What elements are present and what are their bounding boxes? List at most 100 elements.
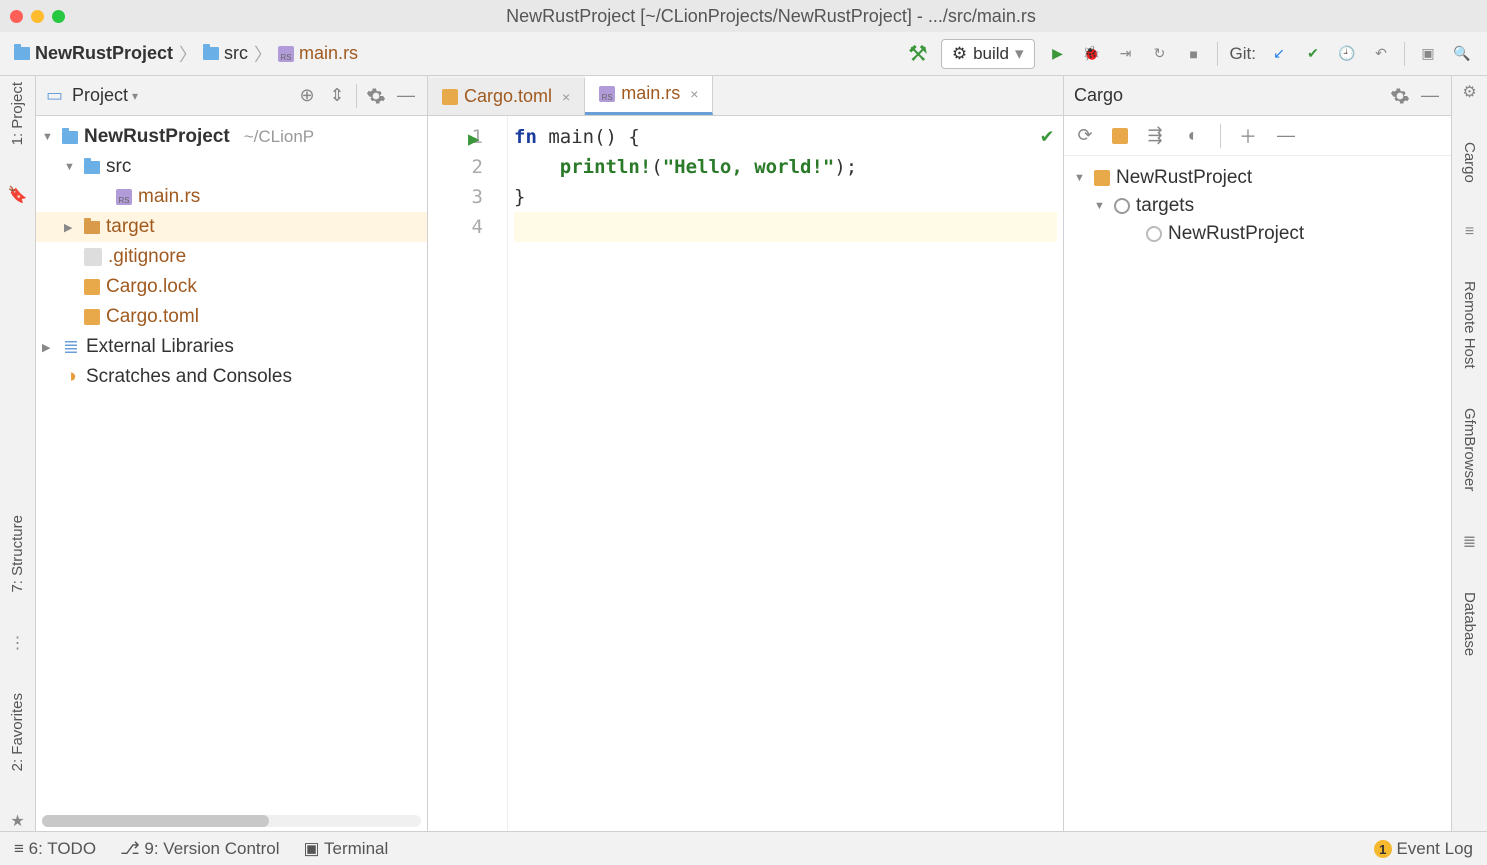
targets-icon — [1114, 198, 1130, 214]
breadcrumb-project-label: NewRustProject — [35, 43, 173, 64]
debug-button[interactable]: 🐞 — [1081, 43, 1103, 65]
add-button[interactable]: ＋ — [1237, 125, 1259, 147]
run-anything-button[interactable]: ▣ — [1417, 43, 1439, 65]
locate-button[interactable]: ⊕ — [296, 85, 318, 107]
rail-favorites-tab[interactable]: 2: Favorites — [9, 693, 26, 771]
cargo-target-label: NewRustProject — [1168, 223, 1304, 245]
tree-mainrs[interactable]: RS main.rs — [36, 182, 427, 212]
code-editor[interactable]: ▶ 1 2 3 4 ✔ fn main() { println!("Hello,… — [428, 116, 1063, 831]
cargo-icon[interactable] — [1112, 128, 1128, 144]
search-everywhere-button[interactable]: 🔍 — [1451, 43, 1473, 65]
code-line-2: println!("Hello, world!"); — [514, 152, 1057, 182]
expander-icon[interactable]: ▶ — [42, 341, 56, 354]
expand-all-button[interactable]: ⇕ — [326, 85, 348, 107]
close-tab-button[interactable]: × — [690, 86, 698, 102]
stop-button[interactable]: ■ — [1183, 43, 1205, 65]
tab-cargotoml[interactable]: Cargo.toml × — [428, 78, 585, 115]
rail-project-tab[interactable]: 1: Project — [9, 82, 26, 145]
maximize-window-button[interactable] — [52, 10, 65, 23]
editor-content[interactable]: ✔ fn main() { println!("Hello, world!");… — [508, 116, 1063, 831]
cargo-file-icon — [84, 279, 100, 295]
folder-icon — [14, 47, 30, 60]
git-update-button[interactable]: ↙ — [1268, 43, 1290, 65]
expander-icon[interactable]: ▼ — [42, 131, 56, 143]
status-eventlog[interactable]: 1 Event Log — [1374, 839, 1473, 859]
inspection-ok-icon[interactable]: ✔ — [1041, 120, 1053, 150]
close-window-button[interactable] — [10, 10, 23, 23]
rail-remote-tab[interactable]: Remote Host — [1461, 281, 1478, 369]
run-config-selector[interactable]: ⚙︎ build ▾ — [941, 39, 1035, 69]
collapse-button[interactable]: ⇶ — [1144, 125, 1166, 147]
run-gutter-icon[interactable]: ▶ — [468, 124, 479, 154]
editor-tabs: Cargo.toml × RS main.rs × — [428, 76, 1063, 116]
cargo-target-item[interactable]: NewRustProject — [1070, 220, 1445, 248]
git-commit-button[interactable]: ✔ — [1302, 43, 1324, 65]
tree-scratches[interactable]: ◑ Scratches and Consoles — [36, 362, 427, 392]
remove-button[interactable]: — — [1275, 125, 1297, 147]
tree-gitignore[interactable]: .gitignore — [36, 242, 427, 272]
project-view-selector[interactable]: Project ▾ — [71, 84, 139, 107]
cargo-panel-header: Cargo — — [1064, 76, 1451, 116]
rail-gfm-tab[interactable]: GfmBrowser — [1461, 408, 1478, 491]
run-config-label: build — [973, 44, 1009, 64]
library-icon: ≣ — [62, 338, 80, 356]
breadcrumb-folder-label: src — [224, 43, 248, 64]
refresh-button[interactable]: ⟳ — [1074, 125, 1096, 147]
expander-icon[interactable]: ▼ — [64, 161, 78, 173]
close-tab-button[interactable]: × — [562, 89, 570, 105]
scratch-icon: ◑ — [62, 368, 80, 386]
project-tree[interactable]: ▼ NewRustProject ~/CLionP ▼ src RS main.… — [36, 116, 427, 815]
breadcrumb-project[interactable]: NewRustProject — [14, 43, 173, 64]
minimize-window-button[interactable] — [31, 10, 44, 23]
expander-icon[interactable]: ▶ — [64, 221, 78, 234]
hide-panel-button[interactable]: — — [1419, 85, 1441, 107]
expander-icon[interactable]: ▼ — [1074, 172, 1088, 184]
git-revert-button[interactable]: ↶ — [1370, 43, 1392, 65]
status-terminal[interactable]: ▣ Terminal — [304, 839, 389, 859]
status-todo[interactable]: ≡ 6: TODO — [14, 839, 96, 859]
git-history-button[interactable]: 🕘 — [1336, 43, 1358, 65]
breadcrumb-folder[interactable]: src — [203, 43, 248, 64]
breadcrumb-file[interactable]: RS main.rs — [278, 43, 358, 64]
tree-target-label: target — [106, 216, 155, 238]
rust-icon: ⚙︎ — [952, 44, 967, 64]
run-button[interactable]: ▶ — [1047, 43, 1069, 65]
separator — [1217, 42, 1218, 66]
tree-src[interactable]: ▼ src — [36, 152, 427, 182]
rail-database-tab[interactable]: Database — [1461, 592, 1478, 656]
tab-mainrs[interactable]: RS main.rs × — [585, 76, 713, 115]
cargo-targets[interactable]: ▼ targets — [1070, 192, 1445, 220]
code-line-1: fn main() { — [514, 122, 1057, 152]
expander-icon[interactable]: ▼ — [1094, 200, 1108, 212]
horizontal-scrollbar[interactable] — [42, 815, 421, 827]
tree-root[interactable]: ▼ NewRustProject ~/CLionP — [36, 122, 427, 152]
cargo-tool-window: Cargo — ⟳ ⇶ ◐ ＋ — ▼ NewRustProject ▼ — [1063, 76, 1451, 831]
nav-bar: NewRustProject 〉 src 〉 RS main.rs ⚒ ⚙︎ b… — [0, 32, 1487, 76]
profile-button[interactable]: ↻ — [1149, 43, 1171, 65]
tab-label: main.rs — [621, 83, 680, 104]
cargo-panel-title: Cargo — [1074, 85, 1123, 106]
rail-structure-tab[interactable]: 7: Structure — [9, 515, 26, 593]
panel-settings-button[interactable] — [1389, 85, 1411, 107]
tree-cargotoml[interactable]: Cargo.toml — [36, 302, 427, 332]
rust-icon: ⚙︎ — [1462, 82, 1476, 102]
status-vcs[interactable]: ⎇ 9: Version Control — [120, 839, 279, 859]
bookmark-icon[interactable]: 🔖 — [8, 185, 28, 205]
toggle-button[interactable]: ◐ — [1182, 125, 1204, 147]
panel-settings-button[interactable] — [365, 85, 387, 107]
tree-extlib-label: External Libraries — [86, 336, 234, 358]
editor-gutter[interactable]: ▶ 1 2 3 4 — [428, 116, 508, 831]
line-number: 3 — [434, 182, 483, 212]
tree-cargolock[interactable]: Cargo.lock — [36, 272, 427, 302]
project-panel-title: Project — [72, 85, 128, 106]
cargo-root[interactable]: ▼ NewRustProject — [1070, 164, 1445, 192]
tree-external-libs[interactable]: ▶ ≣ External Libraries — [36, 332, 427, 362]
cargo-tree[interactable]: ▼ NewRustProject ▼ targets NewRustProjec… — [1064, 156, 1451, 831]
rail-cargo-tab[interactable]: Cargo — [1461, 142, 1478, 183]
hide-panel-button[interactable]: — — [395, 85, 417, 107]
project-panel-header: ▭ Project ▾ ⊕ ⇕ — — [36, 76, 427, 116]
coverage-button[interactable]: ⇥ — [1115, 43, 1137, 65]
tree-target[interactable]: ▶ target — [36, 212, 427, 242]
build-button[interactable]: ⚒ — [907, 43, 929, 65]
folder-icon — [84, 221, 100, 234]
